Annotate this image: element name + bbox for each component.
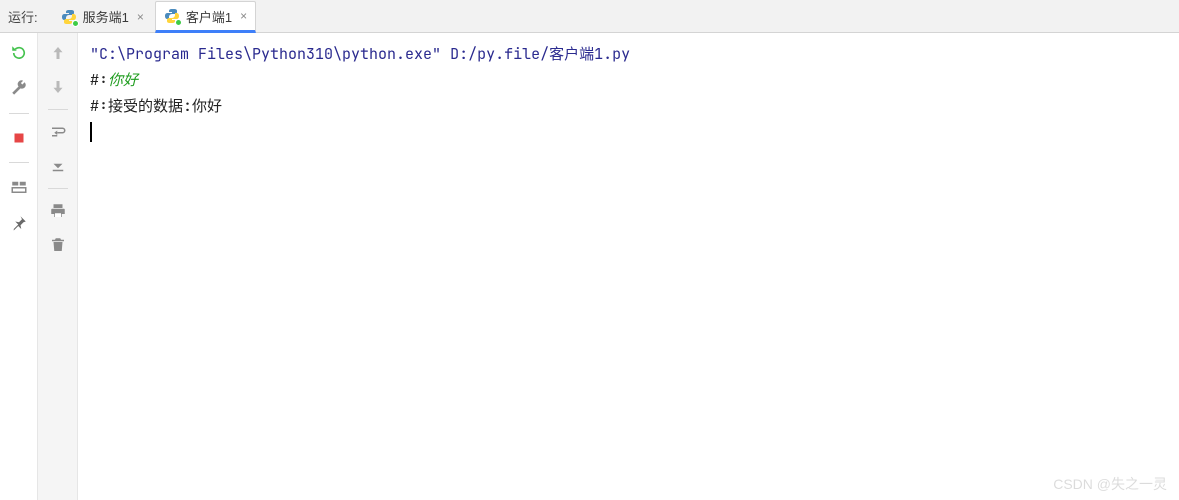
scroll-to-end-button[interactable]	[44, 152, 72, 180]
separator	[48, 188, 68, 189]
clear-all-button[interactable]	[44, 231, 72, 259]
script-path: D:/py.file/客户端1.py	[450, 44, 630, 64]
console-line: #:接受的数据:你好	[90, 93, 1167, 119]
tab-label: 服务端1	[83, 7, 129, 26]
prompt-text: #:	[90, 96, 108, 116]
separator	[9, 162, 29, 163]
settings-wrench-button[interactable]	[5, 75, 33, 103]
output-text: 接受的数据:你好	[108, 96, 222, 116]
console-line: #:你好	[90, 67, 1167, 93]
python-icon	[61, 9, 77, 25]
separator	[9, 113, 29, 114]
text	[441, 44, 450, 64]
tab-label: 客户端1	[186, 7, 232, 26]
arrow-up-button[interactable]	[44, 39, 72, 67]
text: "	[90, 44, 99, 64]
run-tabs-bar: 运行: 服务端1 × 客户端1 ×	[0, 0, 1179, 33]
console-line: "C:\Program Files\Python310\python.exe" …	[90, 41, 1167, 67]
prompt-text: #:	[90, 70, 108, 90]
console-output[interactable]: "C:\Program Files\Python310\python.exe" …	[78, 33, 1179, 500]
close-icon[interactable]: ×	[240, 9, 247, 23]
python-icon	[164, 8, 180, 24]
rerun-button[interactable]	[5, 39, 33, 67]
console-line	[90, 119, 1167, 145]
tab-server-1[interactable]: 服务端1 ×	[52, 0, 153, 32]
stop-button[interactable]	[5, 124, 33, 152]
tab-client-1[interactable]: 客户端1 ×	[155, 1, 256, 33]
text-cursor	[90, 122, 92, 142]
close-icon[interactable]: ×	[137, 10, 144, 24]
pin-button[interactable]	[5, 209, 33, 237]
softwrap-button[interactable]	[44, 118, 72, 146]
layout-button[interactable]	[5, 173, 33, 201]
user-input-text: 你好	[108, 70, 138, 90]
text: "	[432, 44, 441, 64]
print-button[interactable]	[44, 197, 72, 225]
run-label: 运行:	[0, 0, 52, 32]
left-gutter-primary	[0, 33, 38, 500]
separator	[48, 109, 68, 110]
arrow-down-button[interactable]	[44, 73, 72, 101]
interpreter-path: C:\Program Files\Python310\python.exe	[99, 44, 432, 64]
run-tabs: 服务端1 × 客户端1 ×	[52, 0, 259, 32]
left-gutter-secondary	[38, 33, 78, 500]
